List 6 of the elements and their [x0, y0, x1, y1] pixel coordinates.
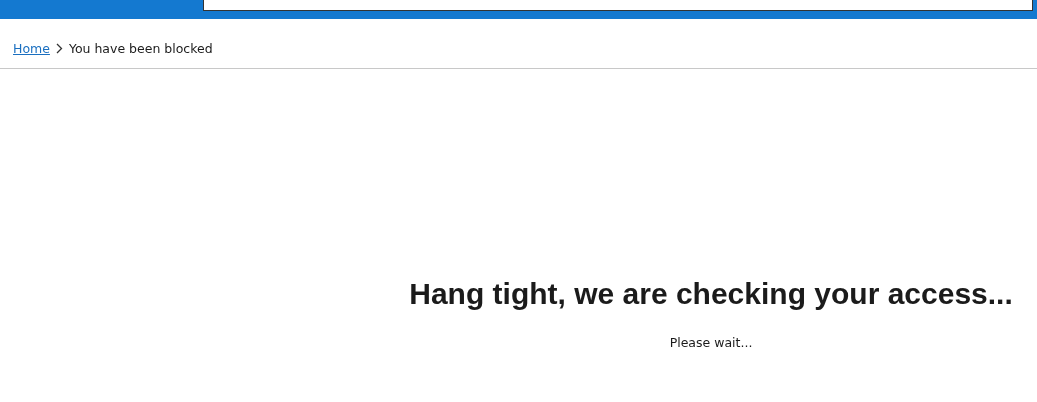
wait-message: Please wait... — [668, 335, 754, 350]
home-link[interactable]: Home — [13, 41, 50, 56]
breadcrumb-current: You have been blocked — [68, 41, 213, 56]
page-heading: Hang tight, we are checking your access... — [408, 277, 1014, 311]
search-field[interactable] — [203, 0, 1033, 11]
chevron-right-icon — [55, 43, 63, 54]
